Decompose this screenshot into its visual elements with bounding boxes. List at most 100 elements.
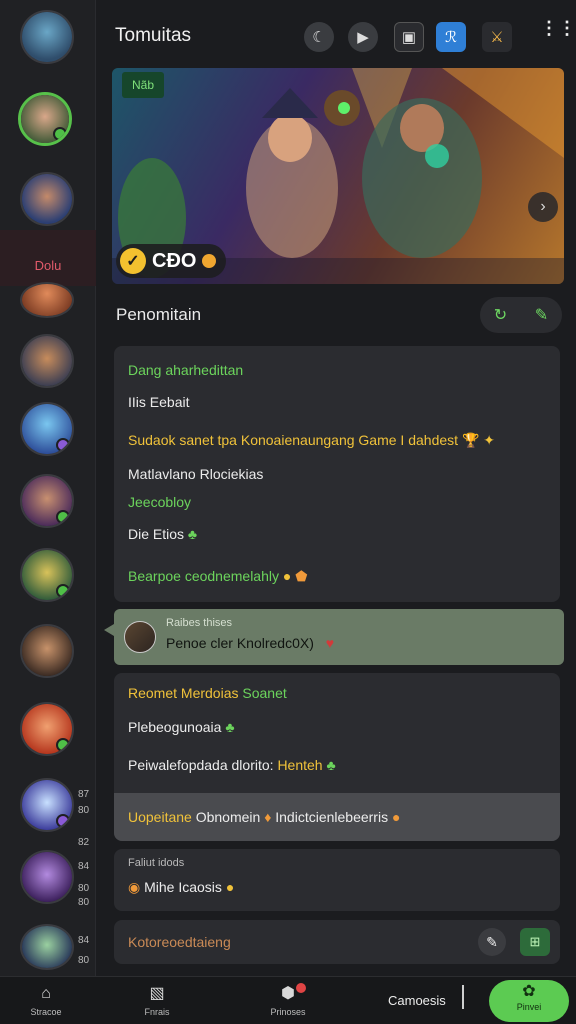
heart-icon: ♥ <box>325 635 335 651</box>
composer-placeholder[interactable]: Kotoreoedtaieng <box>128 934 231 950</box>
message-text: Mihe Icaosis <box>144 879 222 895</box>
message-author: Dang aharhedittan <box>128 362 244 378</box>
image-icon[interactable]: ▣ <box>394 22 424 52</box>
server-avatar-9[interactable] <box>20 702 74 756</box>
server-avatar-12[interactable] <box>20 924 74 970</box>
server-rail: Dolu 87 80 82 84 80 80 84 80 <box>0 0 96 976</box>
server-avatar-3[interactable] <box>20 282 74 318</box>
message-text: Indictcienlebeerris <box>275 809 389 825</box>
attach-icon[interactable]: ⊞ <box>520 928 550 956</box>
message-text: Matlavlano Rlociekias <box>128 466 264 482</box>
nav-label: Prinoses <box>270 1007 306 1017</box>
nav-item-home[interactable]: ⌂ Stracoe <box>6 983 86 1017</box>
banner-badge-group: ✓ CĐO <box>116 244 227 278</box>
server-avatar-5[interactable] <box>20 402 74 456</box>
hero-banner[interactable]: Nãb › ✓ CĐO <box>112 68 564 284</box>
highlight-text: Uopeitane <box>128 809 192 825</box>
server-avatar-7[interactable] <box>20 548 74 602</box>
bulb-icon: ● <box>282 568 292 584</box>
shield-icon: ⬢ <box>281 985 295 1002</box>
message-author: Reomet Merdoias Soanet <box>128 685 287 701</box>
message-text: Bearpoe ceodnemelahly ● ⬟ <box>128 568 307 585</box>
leaf-icon: ♣ <box>225 719 235 735</box>
reply-meta: Raibes thises <box>166 617 233 629</box>
highlight-text: Game I dahdest <box>358 432 459 448</box>
moon-icon[interactable]: ☾ <box>304 22 334 52</box>
chat-icon: ✿ <box>522 983 536 1000</box>
message-text: Die Etios ♣ <box>128 526 197 542</box>
rail-tag: 84 <box>78 935 90 946</box>
trophy-icon: 🏆 <box>461 432 480 448</box>
rail-tag: 80 <box>78 897 90 908</box>
rail-tag: 80 <box>78 805 90 816</box>
bulb-icon: ● <box>391 809 401 825</box>
rail-tag: 80 <box>78 955 90 966</box>
reply-bubble[interactable]: Raibes thises Penoe cler Knolredc0X) ♥ <box>114 609 564 665</box>
leaf-icon: ♣ <box>187 526 198 542</box>
chevron-right-icon[interactable]: › <box>528 192 558 222</box>
server-avatar-8[interactable] <box>20 624 74 678</box>
app-logo-icon[interactable]: ℛ <box>436 22 466 52</box>
section-title: Penomitain <box>116 305 202 324</box>
refresh-icon[interactable]: ↻ <box>494 305 507 325</box>
author-name: Reomet Merdoias <box>128 685 239 701</box>
notification-badge <box>296 983 306 993</box>
online-dot <box>56 738 70 752</box>
sparkle-icon: ✦ <box>483 432 495 448</box>
home-icon: ⌂ <box>41 985 51 1002</box>
nav-item-shield[interactable]: ⬢ Prinoses <box>248 983 328 1017</box>
status-dot <box>56 814 70 828</box>
server-avatar-4[interactable] <box>20 334 74 388</box>
nav-center-text[interactable]: Camoesis <box>388 993 446 1008</box>
page-title: Tomuitas <box>115 25 192 46</box>
rail-tag: 84 <box>78 861 90 872</box>
reply-text: Penoe cler Knolredc0X) ♥ <box>166 635 334 651</box>
reply-tail <box>104 624 114 636</box>
leaf-icon: ♣ <box>326 757 336 773</box>
nav-label: Pinvei <box>516 1002 542 1012</box>
server-avatar-1[interactable] <box>18 92 72 146</box>
rail-label: Dolu <box>34 258 62 273</box>
user-avatar[interactable] <box>20 10 74 64</box>
rail-tag: 87 <box>78 789 90 800</box>
message-text: Plebeogunoaia <box>128 719 222 735</box>
coin-icon <box>202 254 217 268</box>
crossed-swords-icon[interactable]: ⚔ <box>482 22 512 52</box>
server-avatar-6[interactable] <box>20 474 74 528</box>
message-text: Plebeogunoaia ♣ <box>128 719 235 735</box>
pen-icon[interactable]: ✎ <box>478 928 506 956</box>
message-text: Sudaok sanet tpa Konoaienaungang Game I … <box>128 432 495 449</box>
nav-item-photos[interactable]: ▧ Fnrais <box>117 983 197 1017</box>
message-card[interactable]: Faliut idods ◉ Mihe Icaosis ● <box>114 849 560 911</box>
server-avatar-10[interactable] <box>20 778 74 832</box>
message-text: Uopeitane Obnomein ♦ Indictcienlebeerris… <box>128 809 400 825</box>
highlighted-message[interactable]: Uopeitane Obnomein ♦ Indictcienlebeerris… <box>114 793 560 841</box>
rail-tag: 82 <box>78 837 90 848</box>
app-root: Dolu 87 80 82 84 80 80 84 80 Tomuitas ☾ … <box>0 0 576 1024</box>
server-avatar-11[interactable] <box>20 850 74 904</box>
server-avatar-2[interactable] <box>20 172 74 226</box>
nav-item-active[interactable]: ✿ Pinvei <box>489 980 569 1022</box>
more-icon[interactable]: ⋮⋮ <box>540 19 576 48</box>
bottom-nav: ⌂ Stracoe ▧ Fnrais ⬢ Prinoses Camoesis ✿… <box>0 976 576 1024</box>
nav-label: Fnrais <box>144 1007 170 1017</box>
section-actions: ↻ ✎ <box>480 297 562 333</box>
message-text: ◉ Mihe Icaosis ● <box>128 879 234 896</box>
message-composer[interactable]: Kotoreoedtaieng ✎ ⊞ <box>114 920 560 964</box>
divider <box>462 985 464 1009</box>
avatar <box>124 621 156 653</box>
edit-icon[interactable]: ✎ <box>535 305 548 325</box>
message-card[interactable]: Dang aharhedittan IIis Eebait Sudaok san… <box>114 346 560 602</box>
flame-icon: ♦ <box>264 809 272 825</box>
play-icon[interactable]: ▶ <box>348 22 378 52</box>
online-dot <box>53 127 67 141</box>
top-header: Tomuitas ☾ ▶ ▣ ℛ ⚔ ⋮⋮ <box>96 0 576 68</box>
shield-icon: ⬟ <box>295 568 308 584</box>
rail-tag: 80 <box>78 883 90 894</box>
message-meta: Faliut idods <box>128 857 185 869</box>
photos-icon: ▧ <box>149 985 165 1002</box>
reply-text-body: Penoe cler Knolredc0X) <box>166 635 314 651</box>
status-dot <box>56 438 70 452</box>
message-text: Obnomein <box>195 809 261 825</box>
message-text: Die Etios <box>128 526 185 542</box>
